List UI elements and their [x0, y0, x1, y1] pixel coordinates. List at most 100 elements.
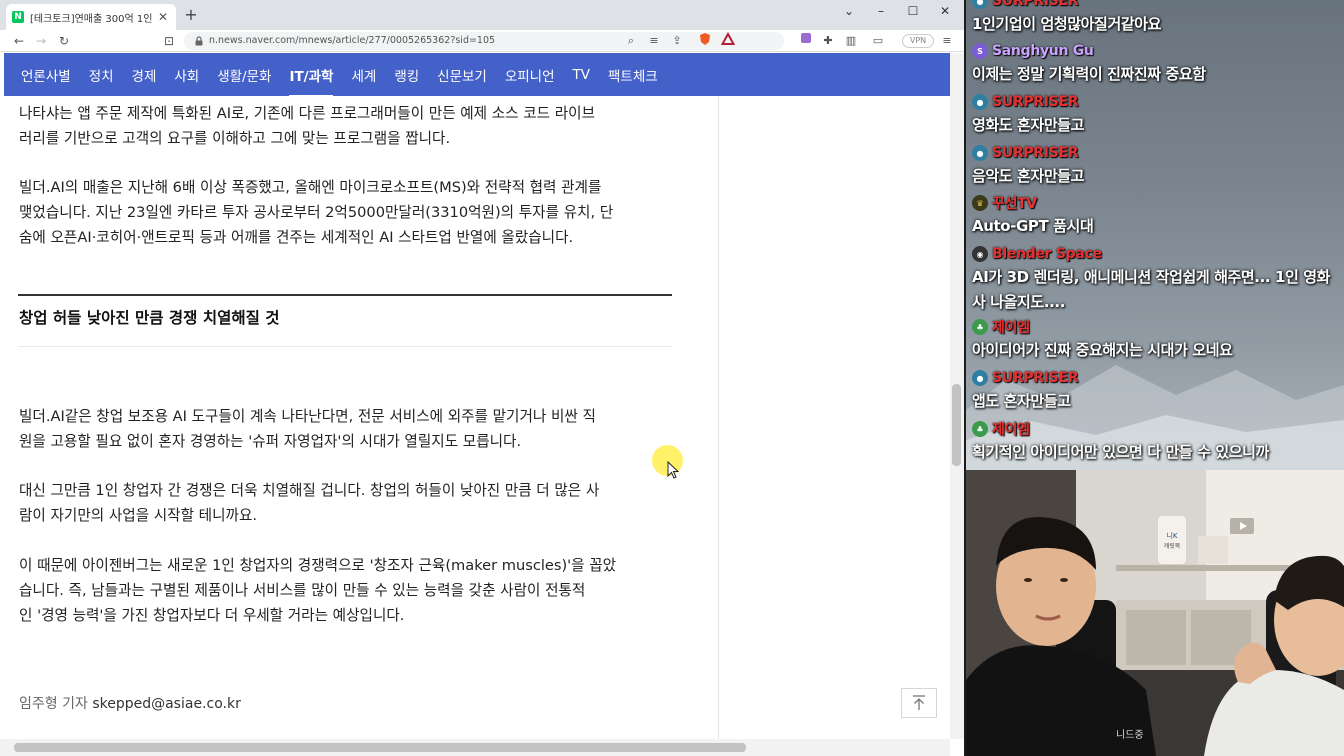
chat-message: ● SURPRISER 음악도 혼자만들고 — [972, 142, 1342, 189]
chat-message: ● SURPRISER 영화도 혼자만들고 — [972, 91, 1342, 138]
nav-item-it-science[interactable]: IT/과학 — [289, 65, 334, 98]
wallet-icon[interactable]: ▭ — [869, 32, 887, 50]
minimize-button[interactable]: – — [866, 0, 896, 24]
chat-username: 제이엠 — [992, 320, 1030, 336]
globe-badge-icon: ● — [972, 94, 988, 110]
chat-username: Sanghyun Gu — [992, 43, 1094, 59]
svg-text:니드중: 니드중 — [1116, 729, 1144, 741]
forward-button[interactable]: → — [32, 32, 50, 50]
svg-text:니K: 니K — [1166, 531, 1177, 540]
url-text: n.news.naver.com/mnews/article/277/00052… — [209, 35, 496, 46]
chat-username: Blender Space — [992, 246, 1102, 262]
article-subheading: 창업 허들 낮아진 만큼 경쟁 치열해질 것 — [19, 309, 280, 327]
article-paragraph-5: 이 때문에 아이젠버그는 새로운 1인 창업자의 경쟁력으로 '창조자 근육(m… — [19, 557, 617, 624]
webcam-scene: 니K 캐릿북 니드중 — [966, 470, 1344, 756]
share-icon[interactable]: ⇪ — [668, 32, 686, 50]
chat-message: ● SURPRISER 1인기업이 엄청많아질거같아요 — [972, 0, 1342, 37]
article-paragraph-4: 대신 그만큼 1인 창업자 간 경쟁은 더욱 치열해질 겁니다. 창업의 허들이… — [19, 482, 600, 524]
globe-badge-icon: ● — [972, 145, 988, 161]
brave-shield-icon[interactable] — [696, 32, 714, 50]
chat-message: ♣ 제이엠 아이디어가 진짜 중요해지는 시대가 오네요 — [972, 316, 1342, 363]
chat-message: ◉ Blender Space AI가 3D 렌더링, 애니메니션 작업쉽게 해주… — [972, 243, 1342, 315]
globe-badge-icon: ● — [972, 0, 988, 9]
nav-item-ranking[interactable]: 랭킹 — [394, 65, 419, 85]
nav-item-factcheck[interactable]: 팩트체크 — [608, 65, 658, 85]
chat-text: 1인기업이 엄청많아질거같아요 — [972, 15, 1162, 33]
chat-message: ● SURPRISER 앱도 혼자만들고 — [972, 367, 1342, 414]
lock-icon — [195, 36, 203, 46]
tab-search-button[interactable]: ⌄ — [834, 0, 864, 24]
tab-close-icon[interactable]: ✕ — [156, 10, 170, 24]
chat-text: 아이디어가 진짜 중요해지는 시대가 오네요 — [972, 341, 1233, 359]
nav-item-world[interactable]: 세계 — [351, 65, 376, 85]
chat-username: SURPRISER — [992, 94, 1079, 110]
nav-item-opinion[interactable]: 오피니언 — [505, 65, 555, 85]
brave-rewards-icon[interactable] — [719, 31, 737, 50]
chat-message: ♛ 꾸선TV Auto-GPT 품시대 — [972, 192, 1342, 239]
reporter-email[interactable]: skepped@asiae.co.kr — [92, 696, 241, 712]
svg-text:캐릿북: 캐릿북 — [1164, 542, 1181, 550]
chat-message: ♣ 제이엠 획기적인 아이디어만 있으면 다 만들 수 있으니까 — [972, 418, 1342, 465]
nav-item-newspaper[interactable]: 신문보기 — [437, 65, 487, 85]
extension-icon[interactable] — [797, 32, 815, 50]
chat-text: 영화도 혼자만들고 — [972, 116, 1085, 134]
maximize-button[interactable]: ☐ — [898, 0, 928, 24]
new-tab-button[interactable]: + — [182, 6, 200, 24]
vertical-scroll-thumb[interactable] — [952, 384, 961, 466]
tab-strip: N [테크토크]연매출 300억 1인기업 ... ✕ + ⌄ – ☐ ✕ — [0, 0, 964, 30]
chat-text: AI가 3D 렌더링, 애니메니션 작업쉽게 해주면... 1인 영화사 나올지… — [972, 268, 1331, 311]
reader-icon[interactable]: ≡ — [645, 32, 663, 50]
zoom-icon[interactable]: ⌕ — [622, 32, 640, 50]
chat-text: 이제는 정말 기획력이 진짜진짜 중요함 — [972, 65, 1206, 83]
horizontal-scroll-thumb[interactable] — [14, 743, 746, 752]
reporter-byline: 임주형 기자 skepped@asiae.co.kr — [19, 693, 241, 713]
chat-text: 음악도 혼자만들고 — [972, 167, 1085, 185]
chat-text: 획기적인 아이디어만 있으면 다 만들 수 있으니까 — [972, 443, 1269, 461]
user-initial-badge-icon: S — [972, 43, 988, 59]
scroll-to-top-button[interactable] — [901, 688, 937, 718]
article-content: 나타샤는 앱 주문 제작에 특화된 AI로, 기존에 다른 프로그래머들이 만든… — [4, 96, 950, 739]
subheading-divider — [18, 346, 672, 347]
tab-title: [테크토크]연매출 300억 1인기업 ... — [30, 13, 152, 25]
reporter-name: 임주형 기자 — [19, 696, 88, 712]
chat-text: Auto-GPT 품시대 — [972, 217, 1094, 235]
reload-button[interactable]: ↻ — [55, 32, 73, 50]
globe-badge-icon: ● — [972, 370, 988, 386]
chat-username: 꾸선TV — [992, 196, 1037, 212]
browser-window: N [테크토크]연매출 300억 1인기업 ... ✕ + ⌄ – ☐ ✕ ← … — [0, 0, 964, 756]
vpn-button[interactable]: VPN — [902, 34, 934, 48]
nav-item-politics[interactable]: 정치 — [89, 65, 114, 85]
nav-item-life-culture[interactable]: 생활/문화 — [217, 65, 271, 85]
nav-item-economy[interactable]: 경제 — [132, 65, 157, 85]
subheading-rule — [18, 294, 672, 296]
browser-tab[interactable]: N [테크토크]연매출 300억 1인기업 ... ✕ — [6, 4, 176, 30]
chat-username: SURPRISER — [992, 370, 1079, 386]
close-window-button[interactable]: ✕ — [930, 0, 960, 24]
webcam-feed: 니K 캐릿북 니드중 — [966, 470, 1344, 756]
mouse-cursor-icon — [667, 461, 679, 479]
nav-item-society[interactable]: 사회 — [174, 65, 199, 85]
crest-badge-icon: ♛ — [972, 195, 988, 211]
leaf-badge-icon: ♣ — [972, 421, 988, 437]
leaf-badge-icon: ♣ — [972, 319, 988, 335]
browser-toolbar: ← → ↻ ⊡ n.news.naver.com/mnews/article/2… — [0, 30, 964, 52]
chat-message: S Sanghyun Gu 이제는 정말 기획력이 진짜진짜 중요함 — [972, 40, 1342, 87]
arrow-up-icon — [913, 695, 925, 710]
chat-username: SURPRISER — [992, 0, 1079, 9]
chat-text: 앱도 혼자만들고 — [972, 392, 1071, 410]
sidebar-icon[interactable]: ▥ — [842, 32, 860, 50]
chat-username: SURPRISER — [992, 145, 1079, 161]
bookmark-button[interactable]: ⊡ — [160, 32, 178, 50]
news-category-nav: 언론사별 정치 경제 사회 생활/문화 IT/과학 세계 랭킹 신문보기 오피니… — [4, 53, 950, 98]
nav-item-tv[interactable]: TV — [573, 67, 590, 83]
chat-username: 제이엠 — [992, 422, 1030, 438]
menu-icon[interactable]: ≡ — [938, 32, 956, 50]
back-button[interactable]: ← — [10, 32, 28, 50]
puzzle-icon[interactable]: ✚ — [819, 32, 837, 50]
article-paragraph-2: 빌더.AI의 매출은 지난해 6배 이상 폭증했고, 올해엔 마이크로소프트(M… — [19, 179, 614, 246]
stream-chat-panel: ● SURPRISER 1인기업이 엄청많아질거같아요 S Sanghyun Gu … — [966, 0, 1344, 470]
address-bar[interactable]: n.news.naver.com/mnews/article/277/00052… — [184, 32, 784, 50]
sidebar-divider — [718, 96, 719, 739]
nav-item-press[interactable]: 언론사별 — [21, 65, 71, 85]
blender-badge-icon: ◉ — [972, 246, 988, 262]
